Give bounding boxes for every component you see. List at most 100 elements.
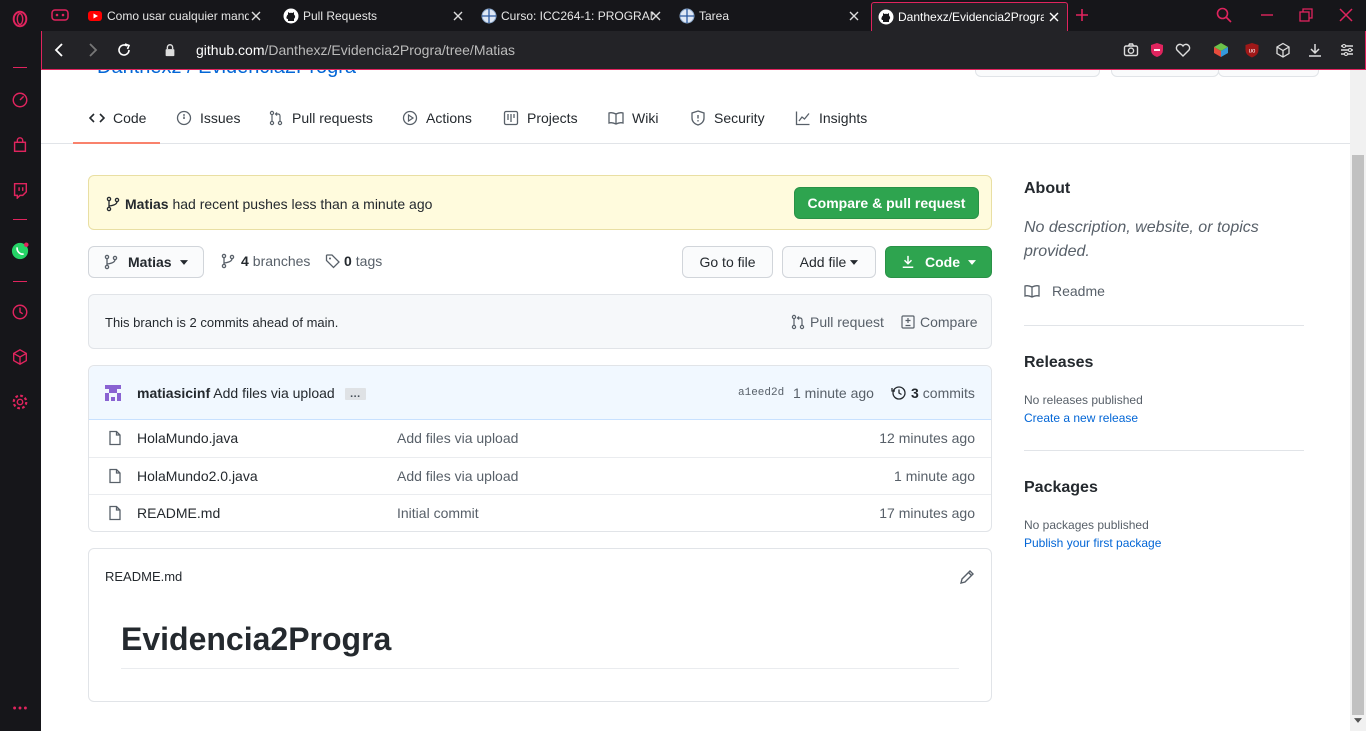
publish-package-link[interactable]: Publish your first package — [1024, 536, 1161, 550]
branches-count: 4 — [241, 253, 249, 269]
forward-icon[interactable] — [82, 40, 102, 60]
file-row[interactable]: HolaMundo2.0.java Add files via upload 1… — [89, 457, 991, 494]
tab-wiki[interactable]: Wiki — [608, 98, 658, 144]
compare-pull-request-button[interactable]: Compare & pull request — [794, 187, 979, 219]
ublock-origin-icon[interactable]: uo — [1243, 41, 1261, 59]
extensions-cube-icon[interactable] — [9, 346, 31, 368]
close-icon[interactable] — [847, 9, 861, 23]
add-file-button[interactable]: Add file — [782, 246, 876, 278]
tab-tarea[interactable]: Tarea — [673, 2, 867, 30]
scroll-down-arrow-icon[interactable] — [1354, 718, 1362, 723]
code-download-button[interactable]: Code — [885, 246, 992, 278]
tab-label: Tarea — [699, 9, 730, 23]
commits-count: 3 — [911, 385, 919, 401]
file-row[interactable]: HolaMundo.java Add files via upload 12 m… — [89, 420, 991, 457]
new-tab-plus-icon[interactable] — [1075, 8, 1089, 22]
book-icon — [1024, 285, 1040, 298]
sidebar-divider — [13, 67, 27, 68]
file-name[interactable]: README.md — [137, 505, 220, 521]
compare-link[interactable]: Compare — [900, 314, 978, 330]
file-age: 17 minutes ago — [879, 505, 975, 521]
tab-pull-requests[interactable]: Pull requests — [268, 98, 373, 144]
browser-sidebar — [0, 0, 41, 731]
tab-actions[interactable]: Actions — [402, 98, 472, 144]
tab-code[interactable]: Code — [73, 98, 160, 144]
file-row[interactable]: README.md Initial commit 17 minutes ago — [89, 494, 991, 531]
easy-setup-menu-icon[interactable] — [1338, 41, 1356, 59]
commit-sha[interactable]: a1eed2d — [738, 387, 784, 399]
file-name[interactable]: HolaMundo2.0.java — [137, 468, 258, 484]
heart-icon[interactable] — [1174, 41, 1192, 59]
restore-icon[interactable] — [1298, 7, 1314, 23]
banner-branch[interactable]: Matias — [125, 196, 169, 212]
close-icon[interactable] — [649, 9, 663, 23]
history-icon[interactable] — [9, 301, 31, 323]
releases-title[interactable]: Releases — [1024, 354, 1093, 372]
expand-commit-button[interactable]: … — [344, 388, 366, 401]
svg-text:uo: uo — [1249, 49, 1256, 55]
branches-link[interactable]: 4 branches — [220, 253, 310, 269]
about-title: About — [1024, 180, 1071, 197]
issue-icon — [176, 110, 192, 126]
file-commit-message[interactable]: Add files via upload — [397, 468, 518, 484]
readme-box: README.md Evidencia2Progra — [88, 548, 992, 702]
whatsapp-icon[interactable] — [9, 240, 31, 262]
opera-logo-icon[interactable] — [9, 8, 31, 30]
file-icon — [109, 468, 121, 484]
course-icon — [481, 8, 497, 24]
speed-dial-icon[interactable] — [9, 89, 31, 111]
settings-gear-icon[interactable] — [9, 391, 31, 413]
url-field[interactable]: github.com/Danthexz/Evidencia2Progra/tre… — [196, 42, 515, 58]
youtube-icon — [87, 8, 103, 24]
file-commit-message[interactable]: Initial commit — [397, 505, 479, 521]
commits-history-link[interactable]: 3 commits — [891, 385, 975, 401]
commit-author[interactable]: matiasicinf — [137, 385, 210, 401]
tab-curso[interactable]: Curso: ICC264-1: PROGRAM — [475, 2, 669, 30]
shield-icon — [691, 110, 705, 126]
more-dots-icon[interactable] — [9, 697, 31, 719]
branch-select-button[interactable]: Matias — [88, 246, 204, 278]
readme-link[interactable]: Readme — [1024, 283, 1105, 299]
go-to-file-button[interactable]: Go to file — [682, 246, 773, 278]
tab-switcher-icon[interactable] — [51, 8, 69, 22]
pull-request-link[interactable]: Pull request — [790, 314, 884, 330]
shopping-bag-icon[interactable] — [9, 134, 31, 156]
latest-commit-bar: matiasicinf Add files via upload … a1eed… — [89, 366, 991, 420]
adblock-shield-icon[interactable] — [1148, 41, 1166, 59]
avatar[interactable] — [103, 383, 123, 403]
lock-icon[interactable] — [160, 40, 180, 60]
tab-security[interactable]: Security — [690, 98, 765, 144]
banner-text: Matias had recent pushes less than a min… — [125, 196, 432, 212]
extensions-cube-icon[interactable] — [1274, 41, 1292, 59]
tab-pull-requests[interactable]: Pull Requests — [277, 2, 471, 30]
back-icon[interactable] — [50, 40, 70, 60]
file-commit-message[interactable]: Add files via upload — [397, 430, 518, 446]
create-release-link[interactable]: Create a new release — [1024, 411, 1138, 425]
search-tabs-icon[interactable] — [1216, 7, 1232, 23]
scrollbar-thumb[interactable] — [1352, 155, 1364, 715]
tab-wiki-label: Wiki — [632, 110, 659, 126]
camera-snapshot-icon[interactable] — [1122, 41, 1140, 59]
tab-projects[interactable]: Projects — [503, 98, 578, 144]
reload-icon[interactable] — [114, 40, 134, 60]
colorful-cube-extension-icon[interactable] — [1212, 41, 1230, 59]
pencil-edit-icon[interactable] — [959, 569, 975, 585]
page-scrollbar[interactable] — [1350, 70, 1366, 731]
close-icon[interactable] — [1047, 10, 1061, 24]
download-icon[interactable] — [1306, 41, 1324, 59]
repo-nav: Code Issues Pull requests Actions Projec… — [41, 70, 1350, 144]
tab-issues[interactable]: Issues — [176, 98, 240, 144]
minimize-icon[interactable] — [1259, 7, 1275, 23]
pull-request-label: Pull request — [810, 314, 884, 330]
file-name[interactable]: HolaMundo.java — [137, 430, 238, 446]
close-window-icon[interactable] — [1338, 7, 1354, 23]
tags-link[interactable]: 0 tags — [325, 253, 382, 269]
close-icon[interactable] — [451, 9, 465, 23]
close-icon[interactable] — [249, 9, 263, 23]
tab-evidencia-active[interactable]: Danthexz/Evidencia2Progra — [871, 2, 1068, 31]
tab-insights[interactable]: Insights — [795, 98, 867, 144]
tab-youtube[interactable]: Como usar cualquier mand — [81, 2, 269, 30]
commit-message[interactable]: Add files via upload — [213, 385, 334, 401]
twitch-icon[interactable] — [9, 179, 31, 201]
packages-title[interactable]: Packages — [1024, 479, 1098, 497]
